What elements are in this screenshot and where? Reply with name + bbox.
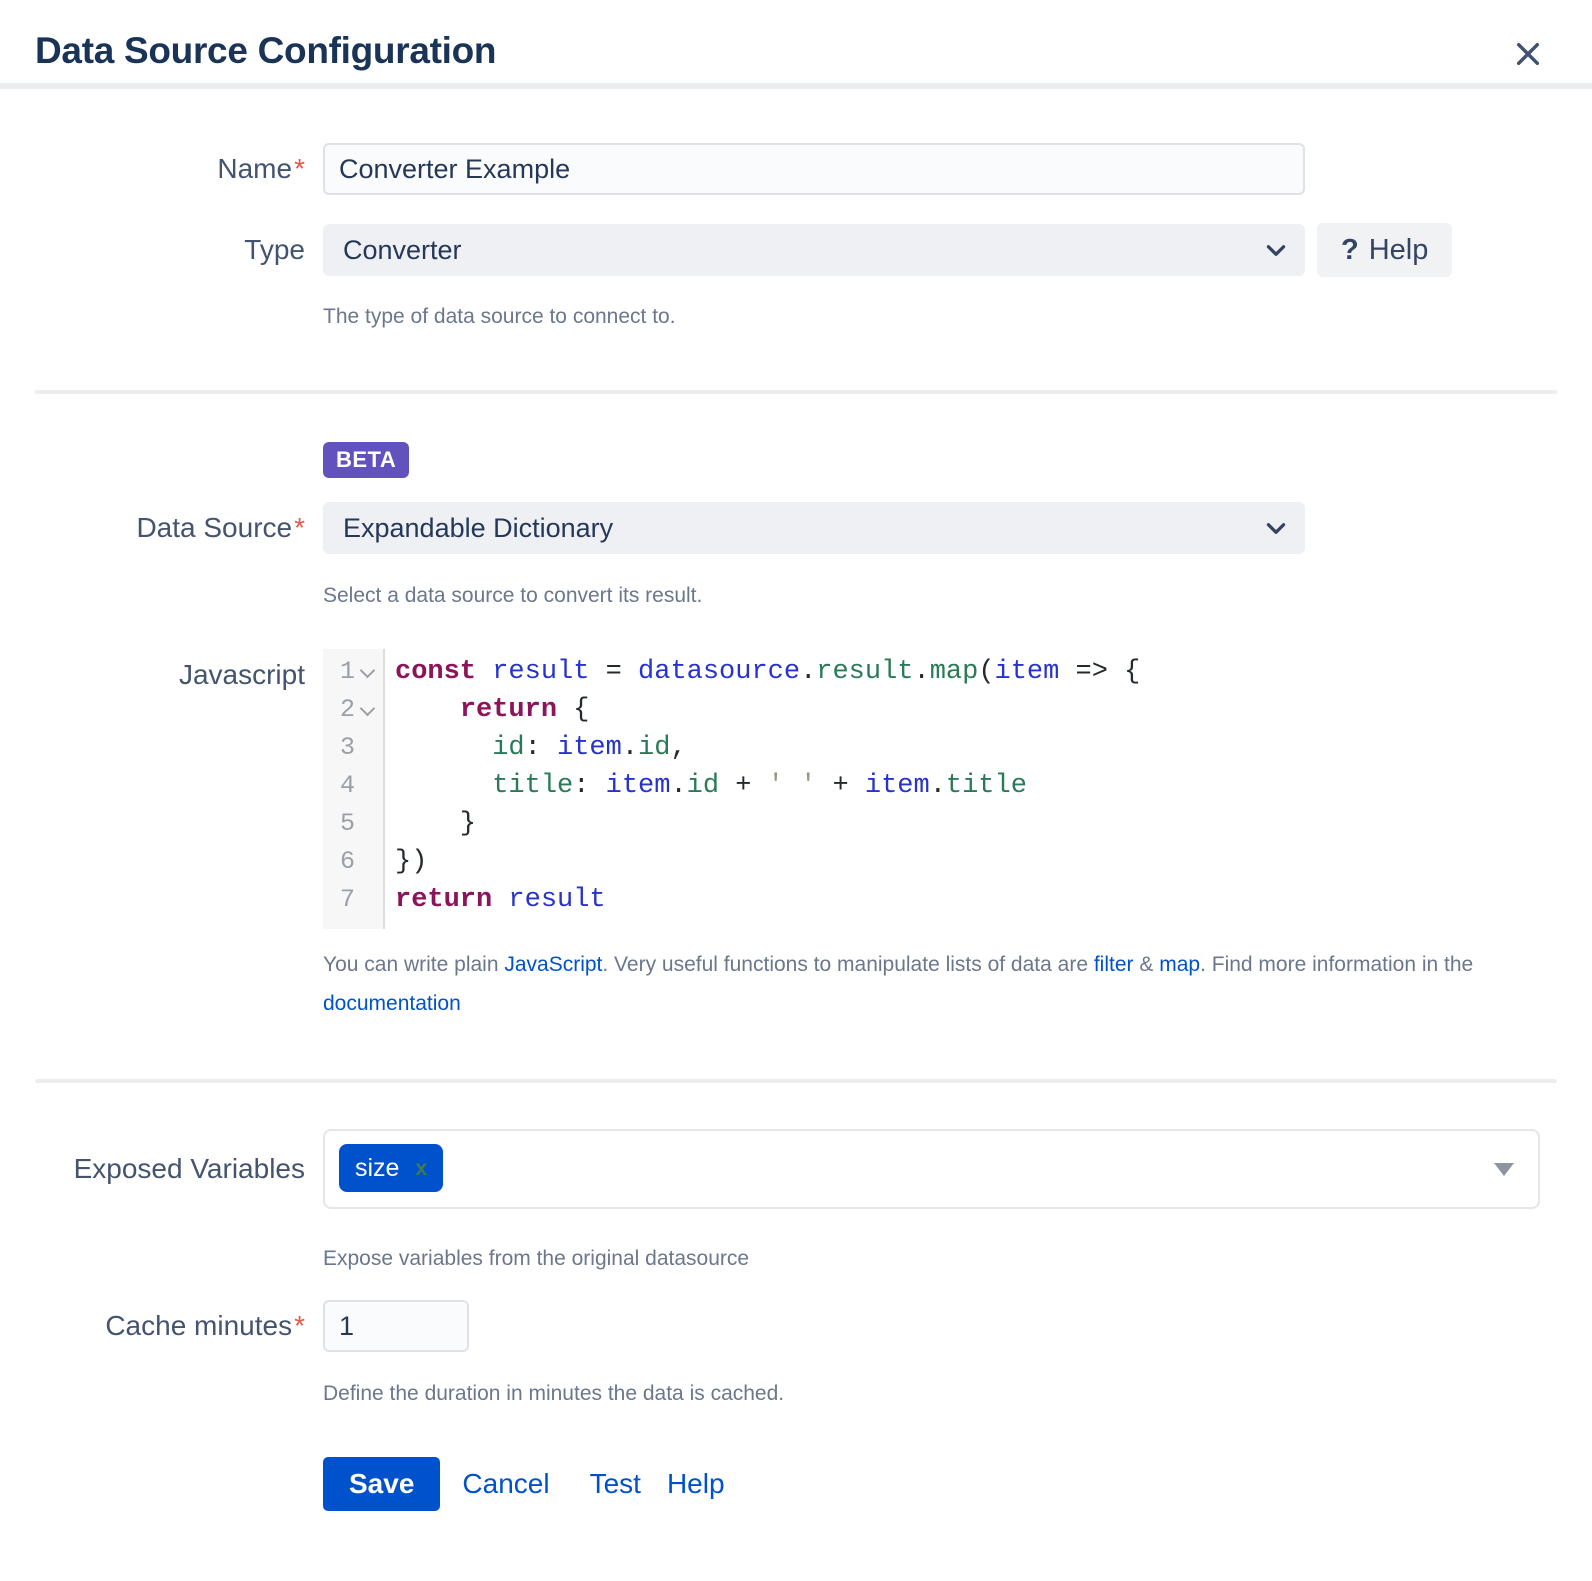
code-line: 3 id: item.id, bbox=[323, 729, 1547, 767]
exposed-variables-row: Exposed Variables sizex bbox=[0, 1129, 1592, 1209]
type-label: Type bbox=[0, 234, 305, 266]
exposed-variables-label: Exposed Variables bbox=[0, 1153, 305, 1185]
fold-spacer bbox=[355, 729, 379, 767]
section-divider bbox=[35, 390, 1557, 394]
cache-minutes-description: Define the duration in minutes the data … bbox=[323, 1374, 1592, 1413]
javascript-description: You can write plain JavaScript. Very use… bbox=[323, 945, 1551, 1023]
description-text: . Very useful functions to manipulate li… bbox=[602, 953, 1093, 976]
code-line: 6}) bbox=[323, 843, 1547, 881]
data-source-select[interactable]: Expandable Dictionary bbox=[323, 502, 1305, 554]
inline-link[interactable]: JavaScript bbox=[504, 953, 602, 976]
chevron-down-icon bbox=[1263, 237, 1289, 270]
page-title: Data Source Configuration bbox=[35, 30, 496, 72]
code-line: 2 return { bbox=[323, 691, 1547, 729]
description-text: & bbox=[1134, 953, 1160, 976]
help-button-label: Help bbox=[1369, 234, 1429, 267]
data-source-label: Data Source* bbox=[0, 512, 305, 544]
variable-chip: sizex bbox=[339, 1144, 443, 1192]
chevron-down-icon bbox=[1263, 515, 1289, 548]
chip-remove-button[interactable]: x bbox=[415, 1158, 427, 1179]
help-button[interactable]: ? Help bbox=[1317, 223, 1452, 277]
required-asterisk: * bbox=[294, 153, 305, 184]
line-number: 7 bbox=[329, 881, 355, 919]
fold-spacer bbox=[355, 881, 379, 919]
help-link[interactable]: Help bbox=[667, 1468, 725, 1500]
code-line: 5 } bbox=[323, 805, 1547, 843]
cache-minutes-row: Cache minutes* bbox=[0, 1300, 1592, 1352]
data-source-helper-row: Select a data source to convert its resu… bbox=[0, 576, 1592, 615]
chip-label: size bbox=[355, 1154, 399, 1183]
line-number: 1 bbox=[329, 653, 355, 691]
javascript-code-editor[interactable]: 1const result = datasource.result.map(it… bbox=[323, 649, 1547, 929]
cache-minutes-input[interactable] bbox=[323, 1300, 469, 1352]
description-text: You can write plain bbox=[323, 953, 504, 976]
inline-link[interactable]: map bbox=[1159, 953, 1200, 976]
cache-minutes-label: Cache minutes* bbox=[0, 1310, 305, 1342]
type-select[interactable]: Converter bbox=[323, 224, 1305, 276]
dropdown-arrow-icon bbox=[1494, 1163, 1514, 1176]
code-line: 4 title: item.id + ' ' + item.title bbox=[323, 767, 1547, 805]
beta-badge: BETA bbox=[323, 442, 409, 478]
question-icon: ? bbox=[1341, 234, 1359, 267]
cancel-link[interactable]: Cancel bbox=[462, 1468, 549, 1500]
line-number: 3 bbox=[329, 729, 355, 767]
javascript-row: Javascript 1const result = datasource.re… bbox=[0, 649, 1592, 1023]
type-helper-row: The type of data source to connect to. bbox=[0, 297, 1592, 336]
header-divider bbox=[0, 83, 1592, 89]
inline-link[interactable]: filter bbox=[1094, 953, 1134, 976]
fold-spacer bbox=[355, 843, 379, 881]
data-source-description: Select a data source to convert its resu… bbox=[323, 576, 1592, 615]
exposed-variables-select[interactable]: sizex bbox=[323, 1129, 1540, 1209]
type-description: The type of data source to connect to. bbox=[323, 297, 1592, 336]
data-source-select-value: Expandable Dictionary bbox=[343, 513, 613, 544]
required-asterisk: * bbox=[294, 1310, 305, 1341]
exposed-variables-helper-row: Expose variables from the original datas… bbox=[0, 1239, 1592, 1278]
save-button[interactable]: Save bbox=[323, 1457, 440, 1511]
beta-row: BETA bbox=[0, 442, 1592, 478]
name-row: Name* bbox=[0, 143, 1592, 195]
section-divider bbox=[35, 1079, 1557, 1083]
data-source-row: Data Source* Expandable Dictionary bbox=[0, 502, 1592, 554]
line-number: 4 bbox=[329, 767, 355, 805]
line-number: 2 bbox=[329, 691, 355, 729]
line-number: 5 bbox=[329, 805, 355, 843]
name-label: Name* bbox=[0, 153, 305, 185]
code-line: 1const result = datasource.result.map(it… bbox=[323, 653, 1547, 691]
fold-spacer bbox=[355, 805, 379, 843]
required-asterisk: * bbox=[294, 512, 305, 543]
fold-arrow-icon[interactable] bbox=[355, 653, 379, 691]
code-line: 7return result bbox=[323, 881, 1547, 919]
type-row: Type Converter ? Help bbox=[0, 223, 1592, 277]
fold-spacer bbox=[355, 767, 379, 805]
actions-row: Save Cancel Test Help bbox=[0, 1457, 1592, 1511]
test-link[interactable]: Test bbox=[590, 1468, 641, 1500]
dialog-header: Data Source Configuration bbox=[0, 0, 1592, 83]
close-button[interactable] bbox=[1506, 32, 1550, 79]
inline-link[interactable]: documentation bbox=[323, 992, 461, 1015]
exposed-variables-description: Expose variables from the original datas… bbox=[323, 1239, 1592, 1278]
type-select-value: Converter bbox=[343, 235, 462, 266]
close-icon bbox=[1512, 58, 1544, 73]
fold-arrow-icon[interactable] bbox=[355, 691, 379, 729]
cache-minutes-helper-row: Define the duration in minutes the data … bbox=[0, 1374, 1592, 1413]
name-input[interactable] bbox=[323, 143, 1305, 195]
line-number: 6 bbox=[329, 843, 355, 881]
javascript-label: Javascript bbox=[0, 649, 305, 691]
description-text: . Find more information in the bbox=[1200, 953, 1473, 976]
